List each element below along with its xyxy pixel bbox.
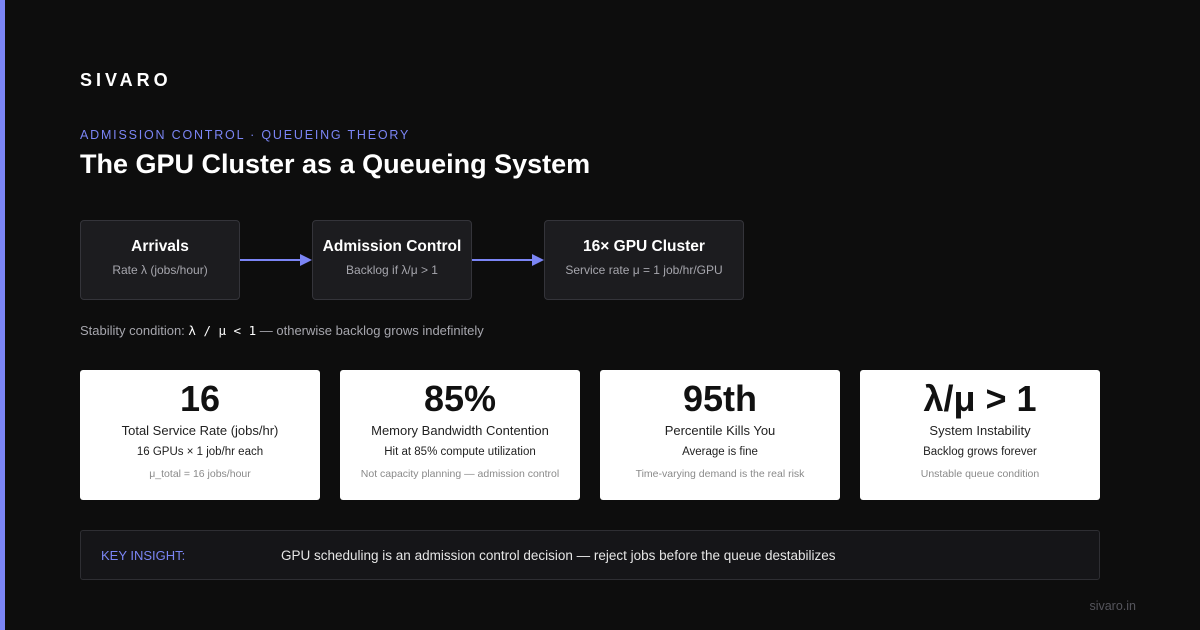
flow-box-arrivals: Arrivals Rate λ (jobs/hour) — [80, 220, 240, 300]
stat-note: Not capacity planning — admission contro… — [360, 468, 560, 480]
key-insight-panel: KEY INSIGHT: GPU scheduling is an admiss… — [80, 530, 1100, 580]
stability-formula: λ / μ < 1 — [188, 323, 257, 338]
stat-detail: Average is fine — [682, 446, 758, 458]
flow-box-admission-control: Admission Control Backlog if λ/μ > 1 — [312, 220, 472, 300]
stability-condition: Stability condition: λ / μ < 1 — otherwi… — [80, 323, 484, 338]
flow-box-subtitle: Backlog if λ/μ > 1 — [346, 263, 438, 277]
page-title: The GPU Cluster as a Queueing System — [80, 149, 591, 179]
eyebrow-label: ADMISSION CONTROL · QUEUEING THEORY — [80, 128, 411, 142]
stat-detail: Hit at 85% compute utilization — [384, 446, 536, 458]
stability-prefix: Stability condition: — [80, 323, 185, 338]
stat-value: 85% — [423, 378, 497, 419]
flow-box-subtitle: Rate λ (jobs/hour) — [112, 263, 208, 277]
stat-card-service-rate: 16 Total Service Rate (jobs/hr) 16 GPUs … — [80, 370, 320, 500]
key-insight-label: KEY INSIGHT: — [101, 548, 186, 563]
left-accent-bar — [0, 0, 5, 630]
stat-note: Unstable queue condition — [920, 468, 1040, 480]
brand-logo: SIVARO — [80, 70, 172, 90]
stat-value: 95th — [682, 378, 758, 419]
flow-box-title: Arrivals — [131, 238, 189, 255]
stat-note: Time-varying demand is the real risk — [635, 468, 805, 480]
flow-box-subtitle: Service rate μ = 1 job/hr/GPU — [565, 263, 723, 277]
flow-box-gpu-cluster: 16× GPU Cluster Service rate μ = 1 job/h… — [544, 220, 744, 300]
stat-label: Total Service Rate (jobs/hr) — [121, 423, 279, 438]
flow-arrow-icon — [240, 254, 312, 266]
stat-detail: Backlog grows forever — [923, 446, 1037, 458]
flow-box-title: Admission Control — [322, 238, 462, 255]
flow-arrow-icon — [472, 254, 544, 266]
stat-card-percentile: 95th Percentile Kills You Average is fin… — [600, 370, 840, 500]
stat-note: μ_total = 16 jobs/hour — [149, 468, 251, 480]
stat-card-instability: λ/μ > 1 System Instability Backlog grows… — [860, 370, 1100, 500]
stat-value: 16 — [179, 378, 221, 419]
stat-value: λ/μ > 1 — [923, 378, 1037, 419]
stat-card-memory-bandwidth: 85% Memory Bandwidth Contention Hit at 8… — [340, 370, 580, 500]
stat-label: Memory Bandwidth Contention — [371, 423, 549, 438]
stat-detail: 16 GPUs × 1 job/hr each — [136, 446, 264, 458]
footer-url: sivaro.in — [1089, 599, 1136, 613]
flow-box-title: 16× GPU Cluster — [583, 238, 705, 255]
key-insight-text: GPU scheduling is an admission control d… — [281, 548, 836, 563]
stat-label: System Instability — [929, 423, 1031, 438]
stability-suffix: — otherwise backlog grows indefinitely — [259, 323, 484, 338]
stat-label: Percentile Kills You — [664, 423, 776, 438]
